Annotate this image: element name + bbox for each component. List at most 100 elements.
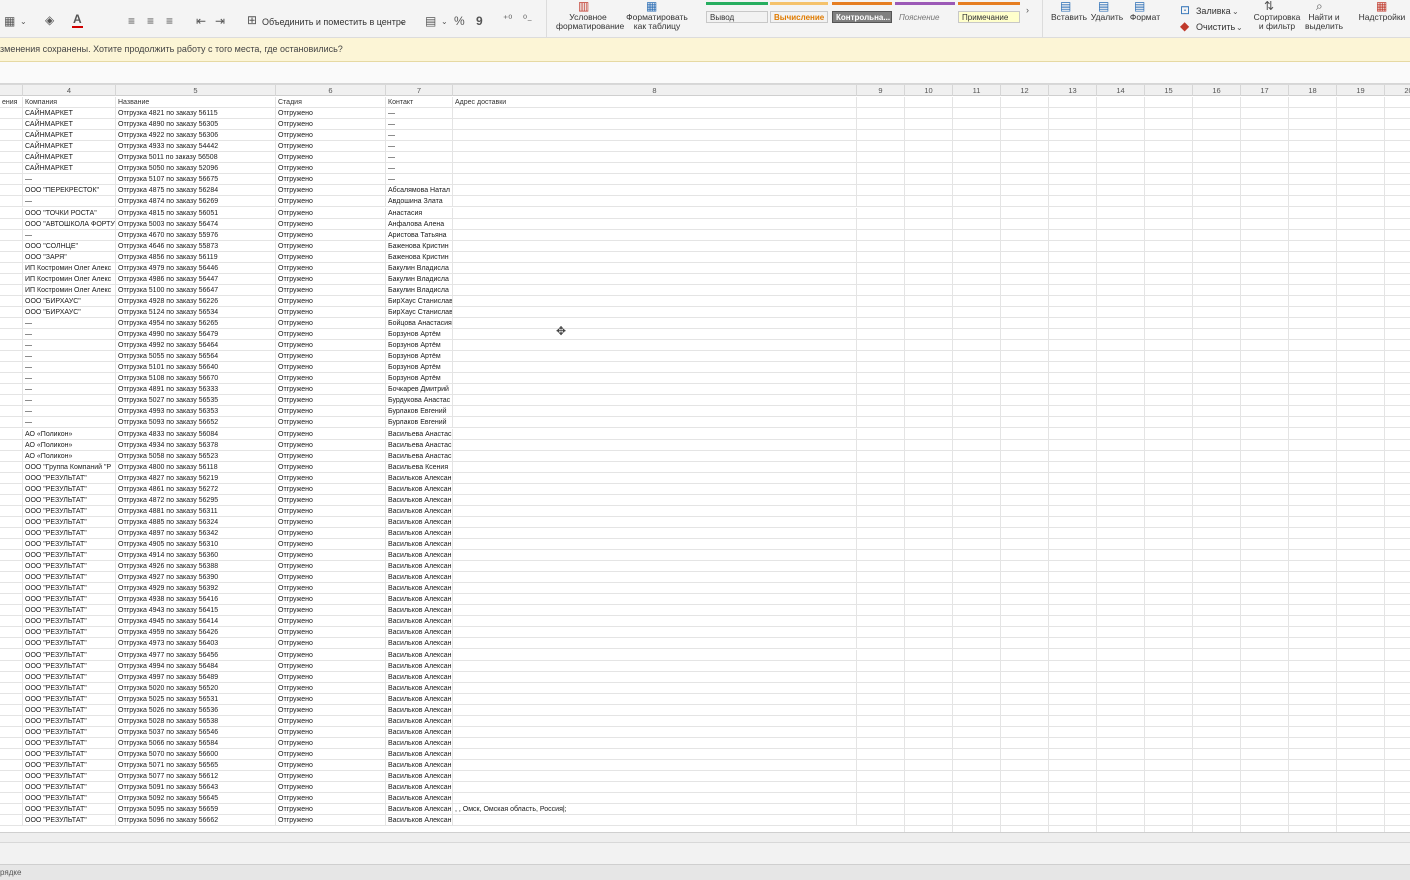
table-cell[interactable] <box>453 241 857 252</box>
column-header[interactable]: 12 <box>1001 85 1049 96</box>
table-cell[interactable]: Отгружено <box>276 661 386 672</box>
table-cell[interactable]: Отгружено <box>276 252 386 263</box>
table-cell[interactable] <box>453 395 857 406</box>
table-cell[interactable]: ООО "РЕЗУЛЬТАТ" <box>23 782 116 793</box>
table-cell[interactable] <box>0 506 23 517</box>
borders-dropdown-icon[interactable]: ⌄ <box>20 16 27 28</box>
table-cell[interactable] <box>453 683 857 694</box>
table-cell[interactable]: Отгружено <box>276 495 386 506</box>
table-cell[interactable]: ООО "РЕЗУЛЬТАТ" <box>23 616 116 627</box>
table-cell[interactable]: Васильков Алексан <box>386 495 453 506</box>
table-cell[interactable]: Отгрузка 5025 по заказу 56531 <box>116 694 276 705</box>
table-cell[interactable] <box>0 196 23 207</box>
table-cell[interactable]: Отгрузка 5026 по заказу 56536 <box>116 705 276 716</box>
table-cell[interactable]: Отгружено <box>276 473 386 484</box>
horizontal-scrollbar[interactable] <box>0 832 1410 842</box>
table-cell[interactable] <box>0 274 23 285</box>
table-cell[interactable] <box>453 174 857 185</box>
delete-button[interactable]: Удалить <box>1088 13 1126 22</box>
column-header[interactable]: 15 <box>1145 85 1193 96</box>
table-cell[interactable] <box>453 351 857 362</box>
table-cell[interactable] <box>0 340 23 351</box>
align-center-icon[interactable]: ≡ <box>147 15 154 27</box>
table-cell[interactable] <box>0 705 23 716</box>
table-cell[interactable] <box>453 108 857 119</box>
table-cell[interactable]: Баженова Кристин <box>386 241 453 252</box>
table-cell[interactable]: ООО "БИРХАУС" <box>23 296 116 307</box>
table-cell[interactable]: САЙНМАРКЕТ <box>23 130 116 141</box>
table-cell[interactable] <box>0 163 23 174</box>
table-cell[interactable] <box>453 672 857 683</box>
table-cell[interactable] <box>453 362 857 373</box>
table-cell[interactable]: Отгрузка 4945 по заказу 56414 <box>116 616 276 627</box>
table-cell[interactable] <box>453 318 857 329</box>
table-cell[interactable] <box>453 550 857 561</box>
table-cell[interactable]: ООО "РЕЗУЛЬТАТ" <box>23 638 116 649</box>
table-cell[interactable] <box>453 163 857 174</box>
addins-icon[interactable]: ▦ <box>1376 0 1387 12</box>
table-cell[interactable]: БирХаус Станислав <box>386 296 453 307</box>
table-cell[interactable] <box>453 451 857 462</box>
table-cell[interactable] <box>0 329 23 340</box>
table-cell[interactable]: Баженова Кристин <box>386 252 453 263</box>
table-cell[interactable]: ООО "АВТОШКОЛА ФОРТУ <box>23 219 116 230</box>
table-cell[interactable] <box>453 716 857 727</box>
conditional-formatting-button[interactable]: Условное форматирование <box>556 13 624 31</box>
table-cell[interactable]: — <box>386 163 453 174</box>
table-cell[interactable] <box>0 230 23 241</box>
table-cell[interactable] <box>0 263 23 274</box>
table-cell[interactable]: Отгрузка 4861 по заказу 56272 <box>116 484 276 495</box>
table-cell[interactable]: Васильков Алексан <box>386 594 453 605</box>
table-cell[interactable]: Бурлаков Евгений <box>386 406 453 417</box>
table-cell[interactable] <box>453 650 857 661</box>
table-cell[interactable]: — <box>23 230 116 241</box>
table-cell[interactable]: Отгружено <box>276 760 386 771</box>
table-cell[interactable]: Васильков Алексан <box>386 605 453 616</box>
table-cell[interactable]: ООО "РЕЗУЛЬТАТ" <box>23 506 116 517</box>
table-cell[interactable]: Отгружено <box>276 572 386 583</box>
table-cell[interactable]: Васильков Алексан <box>386 561 453 572</box>
table-cell[interactable]: Отгрузка 4821 по заказу 56115 <box>116 108 276 119</box>
table-cell[interactable]: Васильков Алексан <box>386 661 453 672</box>
table-cell[interactable]: Васильков Алексан <box>386 572 453 583</box>
table-cell[interactable]: Отгружено <box>276 196 386 207</box>
table-cell[interactable] <box>453 727 857 738</box>
table-cell[interactable] <box>453 307 857 318</box>
table-cell[interactable]: Отгрузка 5037 по заказу 56546 <box>116 727 276 738</box>
table-cell[interactable]: Васильков Алексан <box>386 616 453 627</box>
style-explanatory[interactable]: Пояснение <box>895 11 955 23</box>
table-cell[interactable]: Отгружено <box>276 561 386 572</box>
table-cell[interactable]: Васильков Алексан <box>386 539 453 550</box>
spreadsheet-grid[interactable]: ения Компания Название Стадия Контакт Ад… <box>0 97 1410 832</box>
table-cell[interactable] <box>0 417 23 428</box>
table-cell[interactable]: ООО "РЕЗУЛЬТАТ" <box>23 539 116 550</box>
table-cell[interactable]: Васильева Анастас <box>386 451 453 462</box>
table-cell[interactable]: Отгружено <box>276 141 386 152</box>
table-cell[interactable]: Отгружено <box>276 340 386 351</box>
clear-dropdown-icon[interactable]: ⌄ <box>1236 22 1243 34</box>
table-cell[interactable]: Отгружено <box>276 705 386 716</box>
table-cell[interactable] <box>0 517 23 528</box>
table-cell[interactable]: Отгружено <box>276 716 386 727</box>
table-cell[interactable]: АО «Поликон» <box>23 451 116 462</box>
table-cell[interactable] <box>453 760 857 771</box>
table-cell[interactable]: — <box>23 373 116 384</box>
table-cell[interactable] <box>0 296 23 307</box>
table-cell[interactable]: Отгружено <box>276 362 386 373</box>
table-cell[interactable]: Васильков Алексан <box>386 484 453 495</box>
table-cell[interactable]: ООО "РЕЗУЛЬТАТ" <box>23 517 116 528</box>
column-header[interactable]: 5 <box>116 85 276 96</box>
table-cell[interactable]: Бакулин Владисла <box>386 274 453 285</box>
table-cell[interactable]: Отгружено <box>276 694 386 705</box>
table-cell[interactable]: Васильков Алексан <box>386 771 453 782</box>
table-cell[interactable]: Отгрузка 5011 по заказу 56508 <box>116 152 276 163</box>
table-cell[interactable]: Отгружено <box>276 329 386 340</box>
insert-button[interactable]: Вставить <box>1050 13 1088 22</box>
table-cell[interactable] <box>0 406 23 417</box>
table-cell[interactable]: Анастасия <box>386 208 453 219</box>
table-cell[interactable]: Васильков Алексан <box>386 782 453 793</box>
table-cell[interactable]: Васильева Анастас <box>386 440 453 451</box>
table-cell[interactable]: Отгружено <box>276 296 386 307</box>
table-cell[interactable]: Борзунов Артём <box>386 340 453 351</box>
table-cell[interactable]: Отгрузка 4670 по заказу 55976 <box>116 230 276 241</box>
